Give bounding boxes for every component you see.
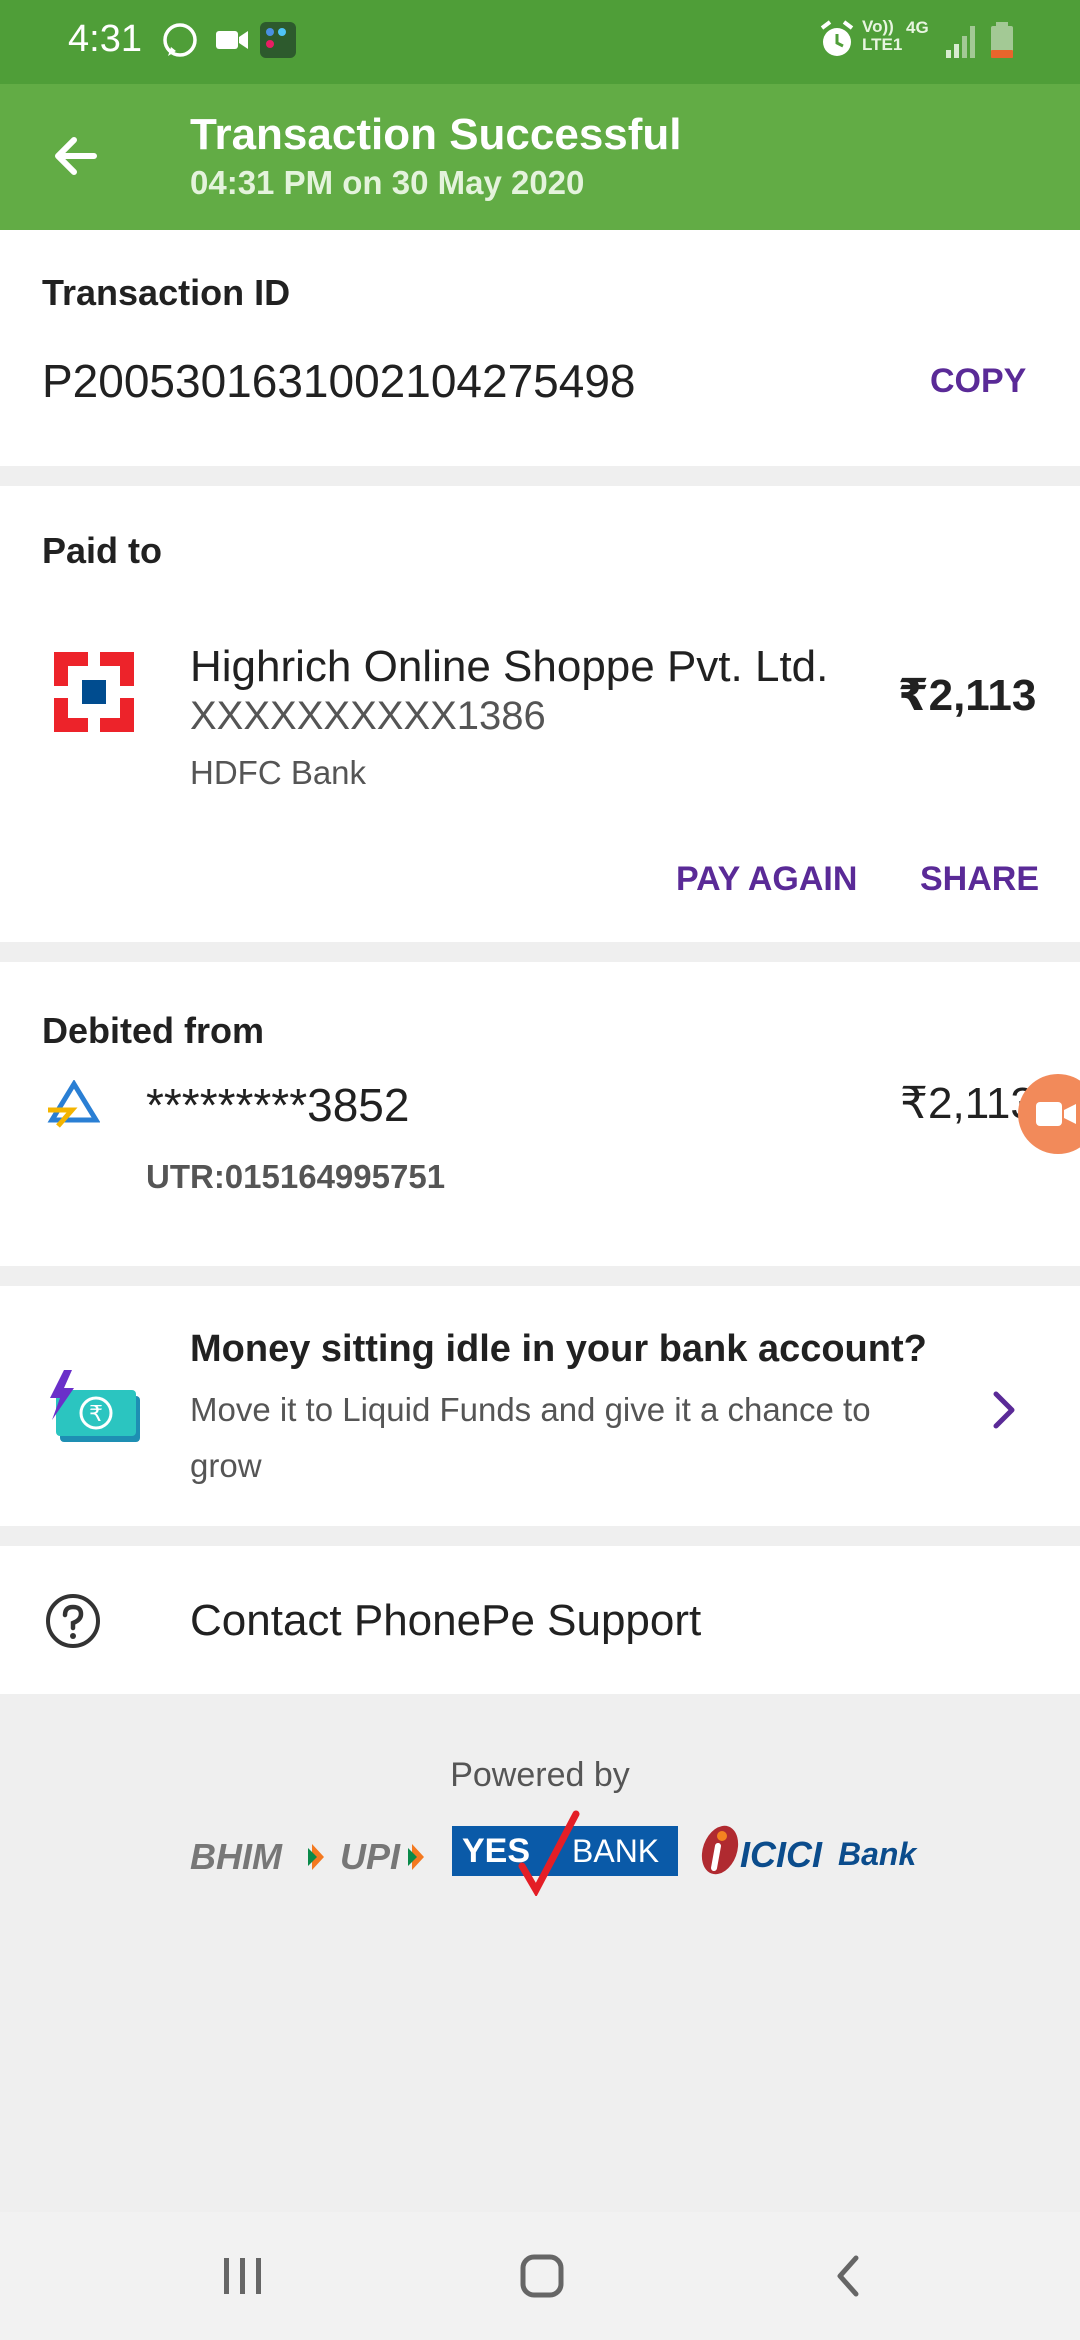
app-folder-icon (260, 22, 296, 58)
paid-to-card: Paid to Highrich Online Shoppe Pvt. Ltd.… (0, 486, 1080, 942)
bhim-upi-logo: BHIM UPI (190, 1830, 430, 1890)
screen-record-icon (1036, 1102, 1076, 1126)
help-icon (46, 1594, 100, 1648)
svg-text:₹: ₹ (89, 1402, 103, 1427)
icici-bank-logo: ICICI Bank (698, 1820, 938, 1884)
back-arrow-icon[interactable] (48, 128, 104, 184)
debited-amount: ₹2,113 (900, 1079, 1035, 1128)
promo-body: Move it to Liquid Funds and give it a ch… (190, 1391, 871, 1484)
icici-i-icon (701, 1825, 739, 1875)
volte-indicator: Vo)) LTE1 (862, 17, 903, 54)
upi-arrow-icon (408, 1844, 424, 1870)
transaction-id-label: Transaction ID (42, 272, 291, 313)
back-nav-icon[interactable] (828, 2252, 868, 2300)
home-icon[interactable] (518, 2252, 566, 2300)
video-call-icon (216, 31, 248, 49)
transaction-timestamp: 04:31 PM on 30 May 2020 (190, 164, 585, 201)
paid-amount: ₹2,113 (898, 671, 1037, 720)
payee-bank: HDFC Bank (190, 754, 367, 791)
icici-logo-text-2: Bank (838, 1836, 917, 1872)
bhim-arrow-icon (308, 1844, 324, 1870)
powered-by-label: Powered by (450, 1756, 630, 1794)
status-time: 4:31 (68, 18, 142, 60)
contact-support-row[interactable]: Contact PhonePe Support (0, 1546, 1080, 1694)
payee-name: Highrich Online Shoppe Pvt. Ltd. (190, 642, 829, 691)
money-icon: ₹ (50, 1370, 140, 1442)
system-navigation-bar (0, 2212, 1080, 2340)
pay-again-button[interactable]: PAY AGAIN (676, 860, 857, 899)
status-bar: 4:31 Vo)) LTE1 4G (0, 0, 1080, 84)
debited-from-card: Debited from *********3852 UTR:015164995… (0, 962, 1080, 1266)
recent-apps-icon[interactable] (218, 2254, 268, 2298)
yes-bank-logo: YES BANK (452, 1810, 678, 1896)
transaction-id-value: P2005301631002104275498 (42, 355, 636, 407)
sbi-bank-logo (47, 1080, 100, 1128)
debited-from-label: Debited from (42, 1010, 265, 1051)
payee-account: XXXXXXXXXX1386 (190, 694, 546, 738)
yes-bank-tick-icon (518, 1810, 580, 1896)
promo-title: Money sitting idle in your bank account? (190, 1328, 927, 1370)
alarm-icon (820, 20, 854, 56)
app-bar: Transaction Successful 04:31 PM on 30 Ma… (0, 84, 1080, 230)
upi-logo-text: UPI (340, 1836, 401, 1877)
hdfc-bank-logo (54, 652, 134, 732)
transaction-id-card: Transaction ID P2005301631002104275498 C… (0, 230, 1080, 466)
bhim-logo-text: BHIM (190, 1836, 282, 1877)
contact-support-label: Contact PhonePe Support (190, 1596, 702, 1645)
copy-button[interactable]: COPY (930, 362, 1026, 401)
battery-icon (991, 22, 1013, 58)
yes-bank-text-2: BANK (572, 1833, 660, 1869)
icici-logo-text: ICICI (740, 1834, 823, 1875)
signal-icon (946, 26, 975, 58)
network-4g-icon: 4G (906, 18, 929, 37)
utr-number: UTR:015164995751 (146, 1158, 446, 1195)
page-title: Transaction Successful (190, 110, 682, 159)
paid-to-label: Paid to (42, 530, 163, 571)
whatsapp-icon (163, 23, 197, 57)
liquid-funds-promo[interactable]: ₹ Money sitting idle in your bank accoun… (0, 1286, 1080, 1526)
share-button[interactable]: SHARE (920, 860, 1039, 899)
chevron-right-icon[interactable] (990, 1390, 1018, 1430)
debited-account: *********3852 (146, 1079, 410, 1131)
